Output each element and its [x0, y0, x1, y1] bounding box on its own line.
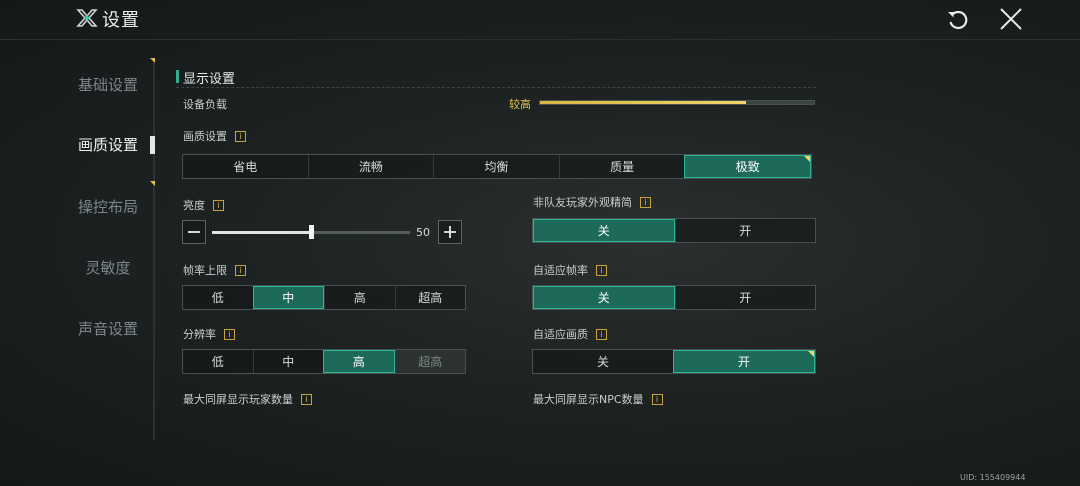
info-icon[interactable]: i	[596, 328, 607, 340]
sidebar-corner-mark	[150, 58, 155, 63]
adaptive-fps-option-label: 关	[597, 291, 610, 305]
sidebar: 基础设置 画质设置 操控布局 灵敏度 声音设置	[60, 54, 156, 454]
fps-limit-option-label: 低	[211, 291, 224, 305]
non-team-simplify-option[interactable]: 关	[533, 219, 675, 242]
selected-corner-mark	[803, 156, 810, 162]
minus-icon	[188, 231, 200, 233]
section-divider	[176, 87, 816, 88]
sidebar-divider	[153, 60, 155, 440]
section-accent-bar	[176, 70, 179, 83]
non-team-simplify-label: 非队友玩家外观精简 i	[533, 194, 651, 210]
info-icon[interactable]: i	[213, 199, 224, 211]
brightness-plus-button[interactable]	[438, 220, 462, 244]
close-icon[interactable]	[996, 4, 1026, 34]
fps-limit-option-label: 高	[353, 291, 366, 305]
quality-option[interactable]: 极致	[684, 155, 811, 178]
resolution-option[interactable]: 高	[323, 350, 395, 373]
device-load-fill	[540, 101, 746, 104]
info-icon[interactable]: i	[235, 264, 246, 276]
fps-limit-option-label: 超高	[418, 291, 443, 305]
fps-limit-option[interactable]: 低	[183, 286, 253, 309]
resolution-option[interactable]: 超高	[394, 350, 465, 373]
resolution-option[interactable]: 中	[252, 350, 324, 373]
quality-option[interactable]: 省电	[183, 155, 308, 178]
brightness-slider-thumb[interactable]	[309, 225, 314, 239]
device-load-bar	[539, 100, 815, 105]
sidebar-item-graphics[interactable]: 画质设置	[60, 114, 156, 174]
selected-corner-mark	[808, 351, 814, 357]
adaptive-quality-label: 自适应画质 i	[533, 326, 607, 342]
adaptive-fps-toggle: 关开	[532, 285, 816, 310]
non-team-simplify-option[interactable]: 开	[674, 219, 816, 242]
quality-option[interactable]: 均衡	[433, 155, 559, 178]
brightness-slider-fill	[212, 231, 311, 234]
adaptive-quality-option-label: 关	[596, 355, 609, 369]
resolution-option[interactable]: 低	[183, 350, 253, 373]
game-logo-icon	[76, 9, 98, 27]
info-icon[interactable]: i	[640, 196, 651, 208]
quality-option-label: 省电	[233, 160, 258, 174]
sidebar-item-sound[interactable]: 声音设置	[60, 298, 156, 358]
quality-label: 画质设置 i	[183, 128, 246, 144]
sidebar-corner-mark	[150, 181, 155, 186]
fps-limit-label: 帧率上限 i	[183, 262, 246, 278]
fps-limit-option[interactable]: 超高	[394, 286, 466, 309]
reset-icon[interactable]	[944, 6, 972, 34]
resolution-option-label: 超高	[418, 355, 443, 369]
info-icon[interactable]: i	[235, 130, 246, 142]
quality-option-label: 极致	[735, 160, 760, 174]
brightness-minus-button[interactable]	[182, 220, 206, 244]
resolution-label: 分辨率 i	[183, 326, 235, 342]
sidebar-item-sensitivity[interactable]: 灵敏度	[60, 237, 156, 297]
info-icon[interactable]: i	[301, 393, 312, 405]
top-bar: 设置	[0, 0, 1080, 40]
device-load-level: 较高	[509, 98, 531, 111]
plus-icon	[444, 226, 456, 238]
adaptive-quality-option[interactable]: 关	[533, 350, 673, 373]
info-icon[interactable]: i	[224, 328, 235, 340]
adaptive-fps-option[interactable]: 开	[674, 286, 816, 309]
quality-selector: 省电 流畅 均衡 质量 极致	[182, 154, 812, 179]
fps-limit-option[interactable]: 高	[324, 286, 395, 309]
adaptive-fps-option-label: 开	[739, 291, 752, 305]
fps-limit-option[interactable]: 中	[252, 286, 324, 309]
non-team-simplify-option-label: 关	[597, 224, 610, 238]
resolution-option-label: 中	[282, 355, 295, 369]
quality-option[interactable]: 质量	[558, 155, 685, 178]
device-load-label: 设备负载	[183, 98, 227, 111]
brightness-slider[interactable]	[212, 225, 410, 239]
brightness-value: 50	[416, 226, 430, 239]
info-icon[interactable]: i	[651, 393, 663, 405]
section-title: 显示设置	[183, 72, 236, 87]
brightness-label: 亮度 i	[183, 197, 224, 213]
adaptive-quality-option-label: 开	[737, 355, 750, 369]
adaptive-fps-label: 自适应帧率 i	[533, 262, 607, 278]
fps-limit-selector: 低 中 高 超高	[182, 285, 466, 310]
max-players-label: 最大同屏显示玩家数量 i	[183, 391, 312, 407]
resolution-option-label: 低	[211, 355, 224, 369]
quality-option[interactable]: 流畅	[307, 155, 434, 178]
fps-limit-option-label: 中	[282, 291, 295, 305]
resolution-selector: 低 中 高 超高	[182, 349, 466, 374]
page-title: 设置	[102, 10, 140, 31]
resolution-option-label: 高	[352, 355, 365, 369]
info-icon[interactable]: i	[596, 264, 607, 276]
non-team-simplify-toggle: 关开	[532, 218, 816, 243]
sidebar-item-controls[interactable]: 操控布局	[60, 176, 156, 236]
quality-option-label: 均衡	[484, 160, 509, 174]
max-npc-label: 最大同屏显示NPC数量 i	[533, 391, 663, 407]
quality-option-label: 流畅	[358, 160, 383, 174]
non-team-simplify-option-label: 开	[739, 224, 752, 238]
sidebar-item-basic[interactable]: 基础设置	[60, 54, 156, 114]
sidebar-active-indicator	[150, 136, 155, 154]
adaptive-quality-toggle: 关开	[532, 349, 816, 374]
adaptive-quality-option[interactable]: 开	[673, 350, 815, 373]
user-id: UID: 155409944	[960, 473, 1026, 482]
quality-option-label: 质量	[610, 160, 635, 174]
adaptive-fps-option[interactable]: 关	[533, 286, 675, 309]
